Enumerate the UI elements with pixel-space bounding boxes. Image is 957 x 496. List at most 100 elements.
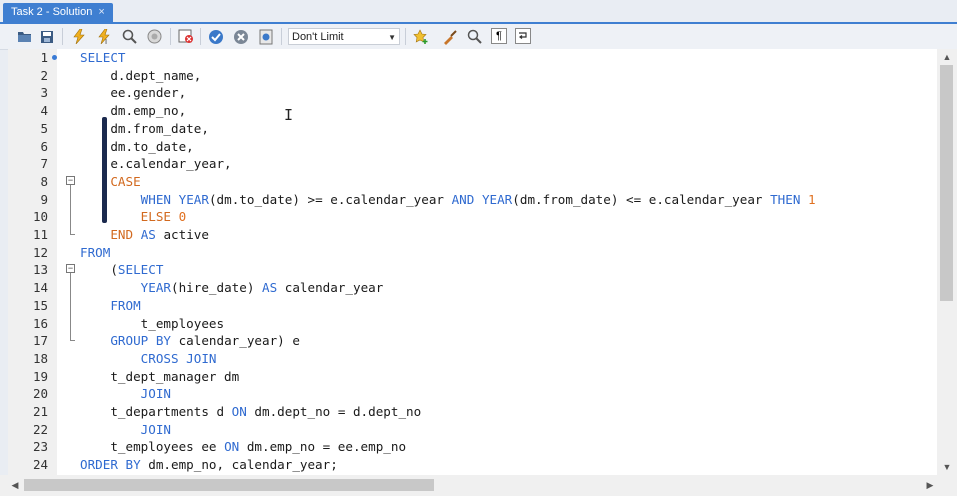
- line-number: 9: [40, 191, 48, 207]
- code-token: (: [80, 262, 118, 278]
- code-line[interactable]: 2 d.dept_name,: [8, 67, 937, 85]
- line-number: 7: [40, 156, 48, 172]
- code-line[interactable]: 22 JOIN: [8, 421, 937, 439]
- code-token: dm.emp_no,: [80, 103, 187, 119]
- fold-guide-end: [70, 340, 75, 341]
- code-token: dm.from_date,: [80, 120, 209, 136]
- code-line[interactable]: 21 t_departments d ON dm.dept_no = d.dep…: [8, 403, 937, 421]
- sql-keyword: ON: [224, 439, 240, 455]
- stop-icon[interactable]: [146, 28, 163, 45]
- code-line[interactable]: 7 e.calendar_year,: [8, 155, 937, 173]
- explain-icon[interactable]: [121, 28, 138, 45]
- line-number: 23: [32, 439, 48, 455]
- code-line[interactable]: 16 t_employees: [8, 315, 937, 333]
- invisible-chars-icon[interactable]: ¶: [491, 28, 507, 44]
- sql-keyword: AND: [451, 191, 475, 207]
- sql-keyword: SELECT: [117, 262, 164, 278]
- code-line[interactable]: 15 FROM: [8, 297, 937, 315]
- code-line[interactable]: 3 ee.gender,: [8, 84, 937, 102]
- code-line[interactable]: 19 t_dept_manager dm: [8, 368, 937, 386]
- bookmark-icon[interactable]: [412, 28, 429, 45]
- code-token: t_departments d: [80, 404, 232, 419]
- sql-keyword: WHEN: [140, 191, 172, 207]
- code-token: dm.emp_no = ee.emp_no: [239, 439, 407, 455]
- toggle-error-icon[interactable]: [177, 28, 194, 45]
- tab-task-2-solution[interactable]: Task 2 - Solution ×: [3, 3, 113, 22]
- horizontal-scrollbar[interactable]: ◀ ▶: [0, 475, 957, 496]
- sql-keyword: YEAR: [140, 280, 172, 296]
- code-line[interactable]: 1 SELECT: [8, 49, 937, 67]
- code-line[interactable]: 10 ELSE 0: [8, 208, 937, 226]
- line-number: 18: [32, 350, 48, 366]
- fold-guide-end: [70, 234, 75, 235]
- open-folder-icon[interactable]: [16, 28, 33, 45]
- line-number: 19: [32, 368, 48, 384]
- code-line[interactable]: 24 ORDER BY dm.emp_no, calendar_year;: [8, 456, 937, 474]
- autocommit-icon[interactable]: [257, 28, 274, 45]
- line-number: 14: [32, 280, 48, 296]
- fold-toggle-subquery[interactable]: −: [66, 264, 75, 273]
- code-text: dm.from_date,: [80, 120, 209, 138]
- current-statement-dot-icon: [52, 55, 57, 60]
- code-token: t_dept_manager dm: [80, 368, 240, 384]
- sql-keyword: CASE: [110, 173, 141, 189]
- save-icon[interactable]: [38, 28, 55, 45]
- toolbar-separator: [62, 28, 63, 45]
- code-line[interactable]: 6 dm.to_date,: [8, 138, 937, 156]
- line-number: 4: [40, 103, 48, 119]
- code-line[interactable]: 11 END AS active: [8, 226, 937, 244]
- code-line[interactable]: 17 GROUP BY calendar_year) e: [8, 332, 937, 350]
- sql-keyword: AS: [140, 227, 156, 242]
- code-line[interactable]: 20 JOIN: [8, 385, 937, 403]
- code-line[interactable]: 4 dm.emp_no,: [8, 102, 937, 120]
- code-token: dm.dept_no = d.dept_no: [246, 404, 422, 419]
- beautify-icon[interactable]: [441, 28, 458, 45]
- line-number: 21: [32, 404, 48, 419]
- sql-editor[interactable]: 1 SELECT 2 d.dept_name, 3 ee.gender, 4 dm.em…: [8, 49, 937, 475]
- rollback-icon[interactable]: [232, 28, 249, 45]
- code-line[interactable]: 13 (SELECT: [8, 261, 937, 279]
- commit-icon[interactable]: [207, 28, 224, 45]
- editor-toolbar: I Don't Limit ▼ ¶: [0, 24, 957, 50]
- close-tab-icon[interactable]: ×: [98, 3, 104, 22]
- code-line[interactable]: 9 WHEN YEAR(dm.to_date) >= e.calendar_ye…: [8, 191, 937, 209]
- fold-toggle-case[interactable]: −: [66, 176, 75, 185]
- code-token: calendar_year: [277, 280, 384, 296]
- sql-keyword: GROUP BY: [110, 333, 172, 349]
- code-line[interactable]: 14 YEAR(hire_date) AS calendar_year: [8, 279, 937, 297]
- code-token: (dm.to_date) >= e.calendar_year: [208, 191, 452, 207]
- execute-icon[interactable]: [70, 28, 87, 45]
- line-number: 22: [32, 421, 48, 437]
- code-text: JOIN: [80, 421, 171, 439]
- code-text: t_employees ee ON dm.emp_no = ee.emp_no: [80, 438, 406, 456]
- code-token: active: [155, 227, 209, 242]
- scroll-up-icon[interactable]: ▲: [937, 49, 957, 65]
- code-line[interactable]: 8 CASE: [8, 173, 937, 191]
- code-token: (dm.from_date) <= e.calendar_year: [512, 191, 771, 207]
- code-line[interactable]: 18 CROSS JOIN: [8, 350, 937, 368]
- sql-keyword: FROM: [80, 244, 111, 260]
- code-line[interactable]: 12 FROM: [8, 244, 937, 262]
- code-line[interactable]: 23 t_employees ee ON dm.emp_no = ee.emp_…: [8, 438, 937, 456]
- scroll-down-icon[interactable]: ▼: [937, 459, 957, 475]
- sql-keyword: THEN: [770, 191, 801, 207]
- find-icon[interactable]: [466, 28, 483, 45]
- limit-rows-select[interactable]: Don't Limit ▼: [288, 28, 400, 45]
- horizontal-scroll-thumb[interactable]: [24, 479, 434, 491]
- vertical-scroll-thumb[interactable]: [940, 65, 953, 301]
- execute-current-icon[interactable]: I: [95, 28, 112, 45]
- code-line[interactable]: 5 dm.from_date,: [8, 120, 937, 138]
- fold-guide: [70, 273, 71, 340]
- line-number: 13: [32, 262, 48, 278]
- vertical-scrollbar[interactable]: ▲ ▼: [937, 49, 957, 475]
- toolbar-separator: [170, 28, 171, 45]
- line-number: 3: [40, 85, 48, 101]
- sql-keyword: YEAR: [178, 191, 209, 207]
- fold-guide: [70, 185, 71, 234]
- wrap-icon[interactable]: [515, 28, 531, 44]
- scroll-left-icon[interactable]: ◀: [6, 475, 24, 496]
- code-text: dm.to_date,: [80, 138, 193, 156]
